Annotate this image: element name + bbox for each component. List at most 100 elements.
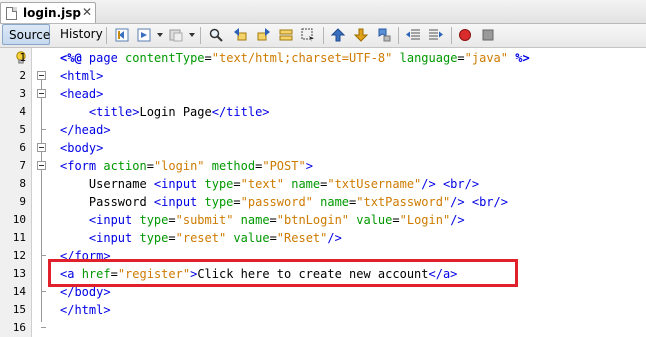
code-token: "java" (464, 51, 509, 65)
code-token: = (233, 177, 241, 191)
code-token: %> (508, 51, 530, 65)
code-text: </html> (60, 301, 111, 319)
code-token: <title> (88, 105, 140, 119)
code-token: /> <br/> (450, 195, 508, 209)
code-text: <title>Login Page</title> (60, 103, 270, 121)
code-token: name (312, 195, 350, 209)
shift-right-icon[interactable] (428, 27, 444, 43)
code-line[interactable]: 6 <body> (0, 139, 646, 157)
code-token: = (146, 159, 154, 173)
code-line[interactable]: 7 <form action="login" method="POST"> (0, 157, 646, 175)
code-token: "Login" (399, 213, 451, 227)
code-line[interactable]: 5 </head> (0, 121, 646, 139)
next-bookmark-icon[interactable] (353, 27, 369, 43)
line-number: 16 (12, 321, 26, 334)
chevron-down-icon[interactable] (189, 33, 195, 37)
back-icon[interactable] (114, 27, 130, 43)
toolbar-separator (200, 27, 201, 44)
line-number: 1 (19, 51, 26, 64)
code-text: <html> (60, 67, 103, 85)
find-previous-icon[interactable] (232, 27, 248, 43)
code-token: "btnLogin" (276, 213, 350, 227)
code-line[interactable]: 4 <title>Login Page</title> (0, 103, 646, 121)
code-token: "login" (153, 159, 205, 173)
code-token: "Reset" (276, 231, 328, 245)
line-number: 5 (19, 123, 26, 136)
editor-tab-strip: login.jsp ✕ (0, 0, 646, 24)
code-token: action (103, 159, 147, 173)
code-token: "reset" (175, 231, 227, 245)
code-line[interactable]: 2 <html> (0, 67, 646, 85)
history-dropdown-icon[interactable] (168, 27, 184, 43)
line-number: 6 (19, 141, 26, 154)
line-number: 12 (12, 249, 26, 262)
tab-login-jsp[interactable]: login.jsp ✕ (0, 2, 96, 23)
code-token: contentType (125, 51, 205, 65)
code-text: <form action="login" method="POST"> (60, 157, 313, 175)
code-token: > (305, 159, 313, 173)
record-macro-icon[interactable] (457, 27, 473, 43)
code-line[interactable]: 9 Password <input type="password" name="… (0, 193, 646, 211)
code-line[interactable]: 8 Username <input type="text" name="txtU… (0, 175, 646, 193)
code-line[interactable]: 10 <input type="submit" name="btnLogin" … (0, 211, 646, 229)
prev-bookmark-icon[interactable] (330, 27, 346, 43)
code-text: <body> (60, 139, 103, 157)
code-token: name (284, 177, 321, 191)
code-token: Password (60, 195, 154, 209)
code-token: "text/html;charset=UTF-8" (211, 51, 393, 65)
code-token: </head> (60, 123, 111, 137)
code-token: <form (60, 159, 104, 173)
code-token: = (457, 51, 465, 65)
line-number: 14 (12, 285, 26, 298)
line-number: 3 (19, 87, 26, 100)
find-next-icon[interactable] (256, 27, 272, 43)
find-icon[interactable] (208, 27, 224, 43)
close-tab-icon[interactable]: ✕ (82, 5, 92, 19)
code-line[interactable]: 11 <input type="reset" value="Reset"/> (0, 229, 646, 247)
toggle-highlight-icon[interactable] (300, 27, 316, 43)
editor-toolbar: Source History (0, 24, 646, 48)
code-line[interactable]: 1 <%@ page contentType="text/html;charset… (0, 49, 646, 67)
toggle-bookmark-icon[interactable] (376, 27, 392, 43)
code-text: <input type="reset" value="Reset"/> (60, 229, 342, 247)
chevron-down-icon[interactable] (157, 33, 163, 37)
line-number: 11 (12, 231, 26, 244)
code-token: "submit" (175, 213, 234, 227)
shift-left-icon[interactable] (405, 27, 421, 43)
code-text: </head> (60, 121, 111, 139)
code-line[interactable]: 3 <head> (0, 85, 646, 103)
code-text: Password <input type="password" name="tx… (60, 193, 508, 211)
code-token: <html> (60, 69, 104, 83)
code-token: <input (153, 195, 205, 209)
line-number: 9 (19, 195, 26, 208)
code-text: <head> (60, 85, 103, 103)
code-token: "POST" (262, 159, 306, 173)
code-token: value (349, 213, 393, 227)
code-token: = (168, 213, 176, 227)
line-number: 7 (19, 159, 26, 172)
history-view-button[interactable]: History (54, 24, 103, 45)
forward-dropdown-icon[interactable] (136, 27, 152, 43)
source-view-button[interactable]: Source (2, 24, 50, 45)
code-token: <input (153, 177, 205, 191)
code-text: Username <input type="text" name="txtUse… (60, 175, 479, 193)
code-token: = (233, 195, 241, 209)
code-token: = (204, 51, 212, 65)
code-text: <input type="submit" name="btnLogin" val… (60, 211, 465, 229)
code-token: "text" (240, 177, 284, 191)
code-token: page (81, 51, 126, 65)
code-token: </body> (60, 285, 111, 299)
line-number: 4 (19, 105, 26, 118)
code-token: /> (450, 213, 465, 227)
code-line[interactable]: 16 (0, 319, 646, 337)
code-token: /> (327, 231, 342, 245)
code-editor[interactable]: 1 <%@ page contentType="text/html;charset… (0, 48, 646, 337)
stop-macro-icon[interactable] (480, 27, 496, 43)
code-line[interactable]: 15 </html> (0, 301, 646, 319)
code-token: method (204, 159, 256, 173)
find-selection-icon[interactable] (278, 27, 294, 43)
code-token: language (392, 51, 458, 65)
code-token: type (204, 195, 234, 209)
